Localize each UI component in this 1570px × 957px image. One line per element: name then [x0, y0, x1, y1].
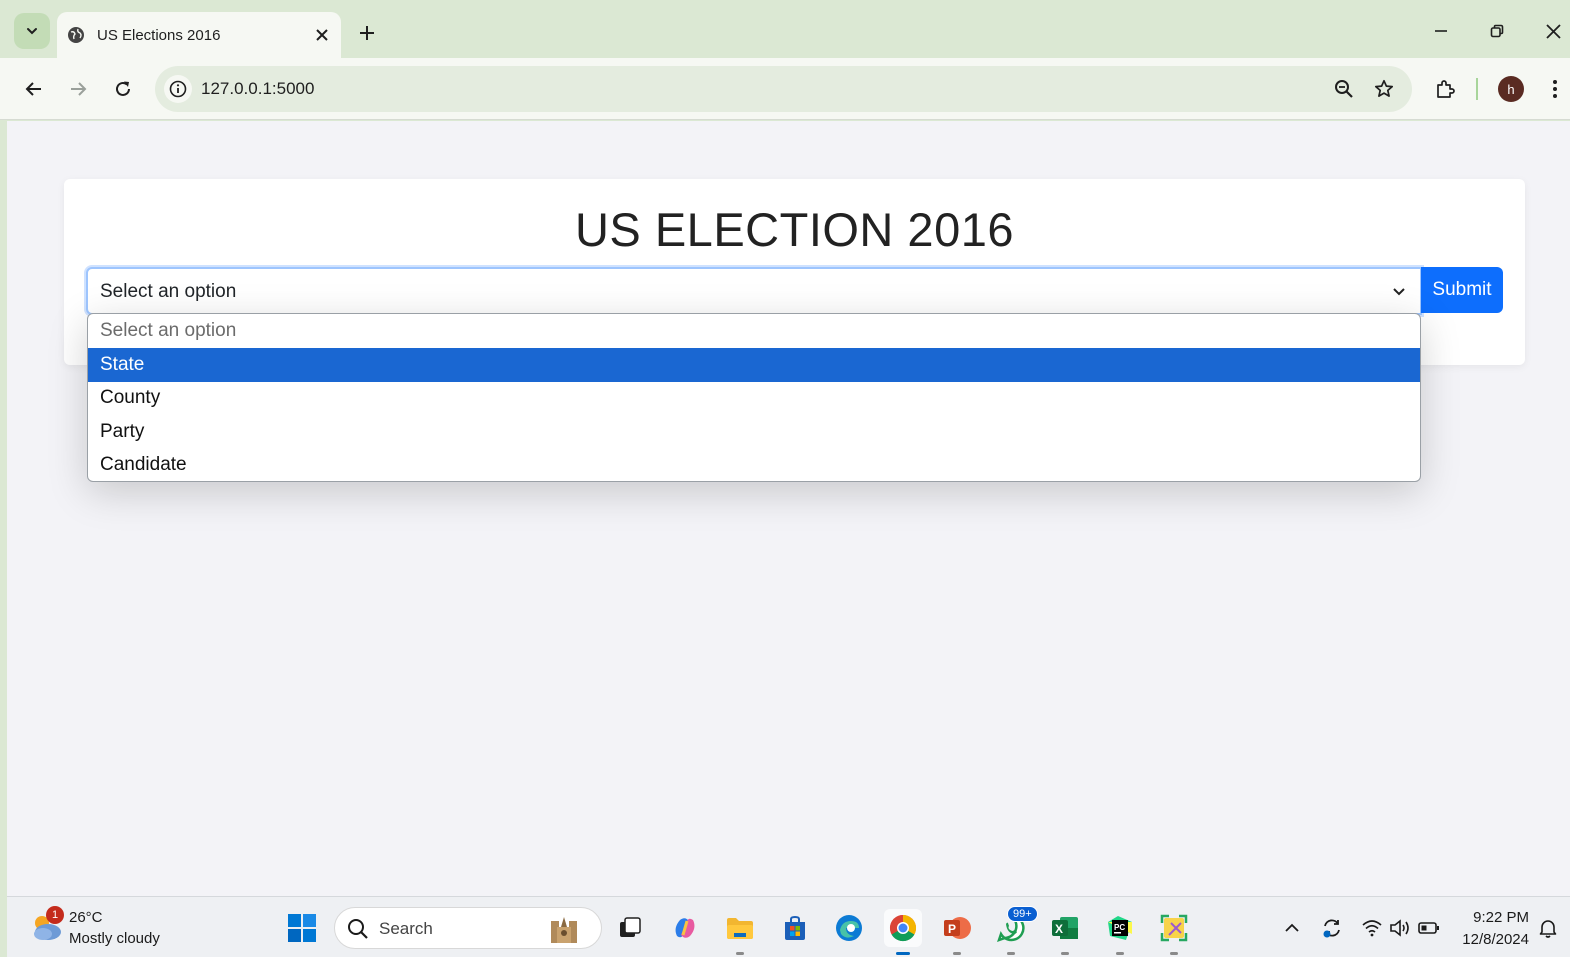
- weather-temperature[interactable]: 26°C: [69, 909, 103, 926]
- powerpoint-icon[interactable]: P: [938, 909, 976, 955]
- task-view-icon[interactable]: [611, 909, 649, 947]
- tab-us-elections[interactable]: US Elections 2016: [57, 12, 341, 58]
- weather-description[interactable]: Mostly cloudy: [69, 930, 160, 947]
- reload-button[interactable]: [109, 75, 137, 103]
- back-button[interactable]: [20, 75, 48, 103]
- copilot-icon[interactable]: [666, 909, 704, 947]
- profile-avatar[interactable]: h: [1498, 76, 1524, 102]
- pycharm-icon[interactable]: PC: [1101, 909, 1139, 955]
- restore-icon: [1490, 24, 1504, 38]
- close-tab-icon[interactable]: [311, 24, 333, 46]
- option-party[interactable]: Party: [88, 415, 1420, 449]
- wifi-icon[interactable]: [1360, 916, 1384, 940]
- window-edge: [0, 120, 7, 957]
- option-select-an-option[interactable]: Select an option: [88, 314, 1420, 348]
- close-window-button[interactable]: [1540, 18, 1566, 44]
- svg-text:PC: PC: [1114, 923, 1125, 932]
- arrow-right-icon: [71, 82, 87, 96]
- search-placeholder: Search: [379, 919, 433, 938]
- svg-text:X: X: [1055, 922, 1063, 936]
- page-title: US ELECTION 2016: [574, 203, 1014, 256]
- tab-title: US Elections 2016: [97, 26, 221, 44]
- notification-bell-icon[interactable]: [1536, 916, 1560, 940]
- new-tab-button[interactable]: [354, 20, 380, 46]
- reload-icon: [116, 81, 130, 96]
- running-indicator: [1007, 952, 1015, 955]
- submit-button[interactable]: Submit: [1421, 267, 1503, 313]
- toolbar-divider: [1476, 78, 1478, 100]
- minimize-button[interactable]: [1428, 18, 1454, 44]
- url-text[interactable]: 127.0.0.1:5000: [201, 79, 314, 99]
- windows-start-icon[interactable]: [287, 913, 317, 943]
- excel-icon[interactable]: X: [1046, 909, 1084, 955]
- restore-button[interactable]: [1484, 18, 1510, 44]
- file-explorer-icon[interactable]: [721, 909, 759, 955]
- taskbar-search[interactable]: Search: [334, 907, 602, 949]
- globe-icon: [68, 27, 84, 43]
- cathedral-icon: [551, 917, 577, 943]
- select-value: Select an option: [100, 281, 237, 302]
- plus-icon: [360, 26, 374, 40]
- running-indicator: [1061, 952, 1069, 955]
- tab-strip: US Elections 2016: [0, 0, 1570, 60]
- more-vertical-icon: [1553, 80, 1557, 98]
- option-state[interactable]: State: [88, 348, 1420, 382]
- close-icon: [1545, 23, 1561, 39]
- chrome-icon[interactable]: [884, 909, 922, 955]
- battery-icon[interactable]: [1417, 916, 1441, 940]
- clock-date[interactable]: 12/8/2024: [1453, 931, 1529, 948]
- puzzle-icon: [1437, 80, 1455, 98]
- select-dropdown-list: Select an option State County Party Cand…: [87, 313, 1421, 482]
- edge-icon[interactable]: [830, 909, 868, 947]
- running-indicator: [953, 952, 961, 955]
- volume-icon[interactable]: [1388, 916, 1412, 940]
- chevron-down-icon: [27, 28, 37, 35]
- running-indicator: [736, 952, 744, 955]
- chevron-down-icon: [1390, 283, 1408, 301]
- chevron-up-icon[interactable]: [1280, 916, 1304, 940]
- running-indicator: [1116, 952, 1124, 955]
- chrome-menu-button[interactable]: [1541, 75, 1569, 103]
- svg-text:P: P: [948, 922, 956, 936]
- weather-alert-badge: 1: [46, 906, 64, 924]
- windows-taskbar: 1 26°C Mostly cloudy Search P 99+ X PC 9…: [7, 896, 1570, 957]
- option-county[interactable]: County: [88, 381, 1420, 415]
- arrow-left-icon: [25, 82, 41, 96]
- whatsapp-badge: 99+: [1007, 906, 1038, 922]
- search-icon: [348, 919, 368, 939]
- address-bar[interactable]: 127.0.0.1:5000: [155, 66, 1412, 112]
- running-indicator: [1170, 952, 1178, 955]
- active-indicator: [896, 952, 910, 955]
- bookmark-star-icon[interactable]: [1371, 76, 1397, 102]
- page-viewport: US ELECTION 2016 Select an option Submit…: [7, 121, 1570, 896]
- sync-icon[interactable]: [1320, 916, 1344, 940]
- tab-search-button[interactable]: [14, 13, 50, 49]
- browser-window: US Elections 2016 127.0.0.1:5000 h US EL…: [0, 0, 1570, 957]
- clock-time[interactable]: 9:22 PM: [1469, 909, 1529, 926]
- microsoft-store-icon[interactable]: [776, 909, 814, 947]
- extensions-button[interactable]: [1431, 75, 1459, 103]
- category-select[interactable]: Select an option: [86, 267, 1422, 315]
- forward-button[interactable]: [64, 75, 92, 103]
- zoom-icon[interactable]: [1331, 76, 1357, 102]
- browser-toolbar: 127.0.0.1:5000 h: [0, 58, 1570, 120]
- minimize-icon: [1435, 30, 1447, 32]
- option-candidate[interactable]: Candidate: [88, 448, 1420, 481]
- snipping-tool-icon[interactable]: [1155, 909, 1193, 955]
- site-info-icon[interactable]: [164, 75, 192, 103]
